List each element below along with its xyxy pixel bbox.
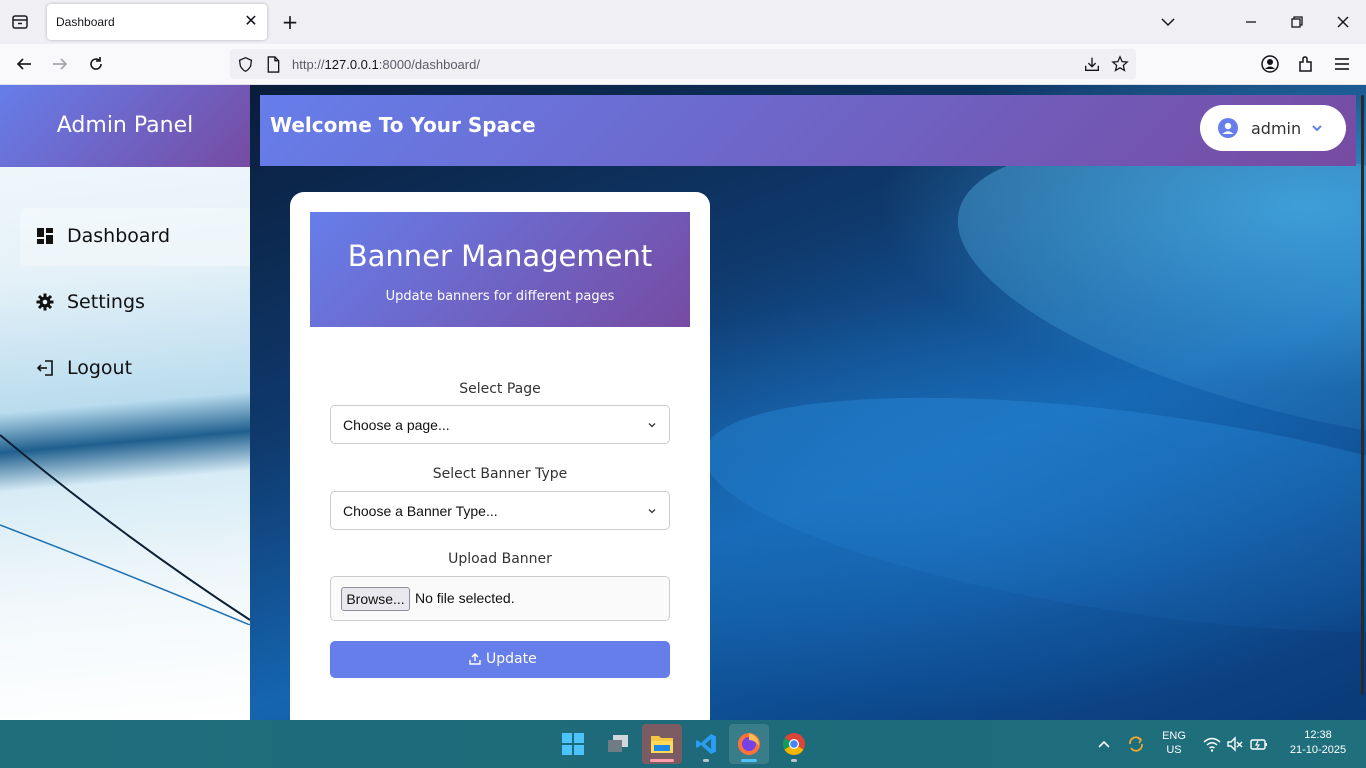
web-page: Admin Panel Dashboard Settings Logout We… — [0, 85, 1366, 720]
top-header: Welcome To Your Space admin — [260, 95, 1356, 166]
chevron-down-icon[interactable] — [1158, 12, 1178, 32]
page-icon — [267, 56, 280, 73]
chrome-icon — [783, 733, 805, 755]
browser-tab-bar: Dashboard ✕ + — [0, 0, 1366, 44]
select-banner-type-dropdown[interactable]: Choose a Banner Type... — [330, 491, 670, 530]
chrome-app[interactable] — [774, 724, 814, 764]
sidebar-title: Admin Panel — [56, 113, 194, 138]
select-page-dropdown[interactable]: Choose a page... — [330, 405, 670, 444]
file-explorer-app[interactable] — [642, 724, 682, 764]
language-indicator[interactable]: ENG US — [1158, 730, 1190, 756]
battery-icon[interactable] — [1250, 735, 1268, 753]
extensions-icon[interactable] — [1296, 54, 1316, 74]
reload-icon[interactable] — [86, 54, 106, 74]
file-status: No file selected. — [415, 590, 515, 606]
select-page-label: Select Page — [459, 381, 541, 397]
account-icon[interactable] — [1260, 54, 1280, 74]
sidebar: Admin Panel Dashboard Settings Logout — [0, 85, 250, 720]
browse-button[interactable]: Browse... — [341, 587, 410, 611]
browser-nav-bar: http://127.0.0.1:8000/dashboard/ — [0, 44, 1366, 85]
sidebar-item-label: Logout — [67, 357, 133, 379]
logout-icon — [36, 360, 53, 376]
select-banner-type-value: Choose a Banner Type... — [343, 503, 498, 519]
vscode-app[interactable] — [686, 724, 726, 764]
select-banner-type-label: Select Banner Type — [432, 466, 568, 482]
select-page-value: Choose a page... — [343, 417, 450, 433]
tab-list-icon[interactable] — [10, 12, 30, 32]
dashboard-grid-icon — [37, 228, 53, 244]
task-view-button[interactable] — [598, 724, 638, 764]
tab-dashboard[interactable]: Dashboard ✕ — [47, 4, 267, 40]
welcome-title: Welcome To Your Space — [270, 113, 536, 137]
folder-icon — [651, 736, 673, 753]
banner-management-card: Banner Management Update banners for dif… — [290, 192, 710, 720]
sidebar-item-label: Dashboard — [67, 225, 171, 247]
card-header: Banner Management Update banners for dif… — [310, 212, 690, 327]
close-window-icon[interactable] — [1333, 12, 1353, 32]
vscode-icon — [696, 734, 716, 754]
sidebar-item-settings[interactable]: Settings — [20, 274, 250, 332]
card-subtitle: Update banners for different pages — [385, 289, 615, 304]
menu-icon[interactable] — [1332, 54, 1352, 74]
chevron-down-icon — [648, 423, 656, 428]
chevron-up-icon[interactable] — [1095, 735, 1113, 753]
restore-icon[interactable] — [1287, 12, 1307, 32]
firefox-icon — [738, 733, 760, 755]
gear-icon — [36, 293, 54, 311]
url-text: http://127.0.0.1:8000/dashboard/ — [292, 57, 480, 72]
minimize-icon[interactable] — [1241, 12, 1261, 32]
user-avatar-icon — [1218, 118, 1238, 138]
upload-icon — [469, 653, 481, 665]
forward-arrow-icon[interactable] — [50, 54, 70, 74]
user-name: admin — [1251, 119, 1302, 138]
upload-banner-label: Upload Banner — [448, 551, 552, 567]
sidebar-decoration — [0, 434, 250, 625]
chevron-down-icon — [648, 509, 656, 514]
task-view-icon — [608, 735, 628, 752]
tab-title: Dashboard — [56, 15, 115, 29]
card-title: Banner Management — [347, 239, 653, 273]
save-to-device-icon[interactable] — [1083, 55, 1101, 73]
sidebar-item-logout[interactable]: Logout — [20, 340, 250, 398]
upload-banner-input[interactable]: Browse... No file selected. — [330, 576, 670, 621]
windows-logo-icon — [562, 733, 584, 755]
sidebar-item-label: Settings — [67, 291, 145, 313]
close-icon[interactable]: ✕ — [243, 13, 259, 29]
wifi-icon[interactable] — [1203, 735, 1221, 753]
clock[interactable]: 12:38 21-10-2025 — [1280, 729, 1356, 756]
bookmark-star-icon[interactable] — [1111, 55, 1129, 73]
shield-icon[interactable] — [237, 56, 254, 73]
chevron-down-icon — [1312, 125, 1322, 132]
sidebar-header: Admin Panel — [0, 85, 250, 167]
taskbar: ENG US 12:38 21-10-2025 — [0, 720, 1366, 768]
page-scrollbar[interactable] — [1361, 95, 1364, 695]
new-tab-icon[interactable]: + — [280, 12, 300, 32]
update-button[interactable]: Update — [330, 641, 670, 678]
sync-icon[interactable] — [1127, 735, 1145, 753]
firefox-app[interactable] — [729, 724, 769, 764]
start-button[interactable] — [553, 724, 593, 764]
update-button-label: Update — [486, 651, 537, 667]
url-bar[interactable]: http://127.0.0.1:8000/dashboard/ — [230, 49, 1136, 79]
user-menu-button[interactable]: admin — [1200, 105, 1346, 151]
back-arrow-icon[interactable] — [14, 54, 34, 74]
speaker-muted-icon[interactable] — [1226, 735, 1244, 753]
sidebar-item-dashboard[interactable]: Dashboard — [20, 208, 250, 266]
